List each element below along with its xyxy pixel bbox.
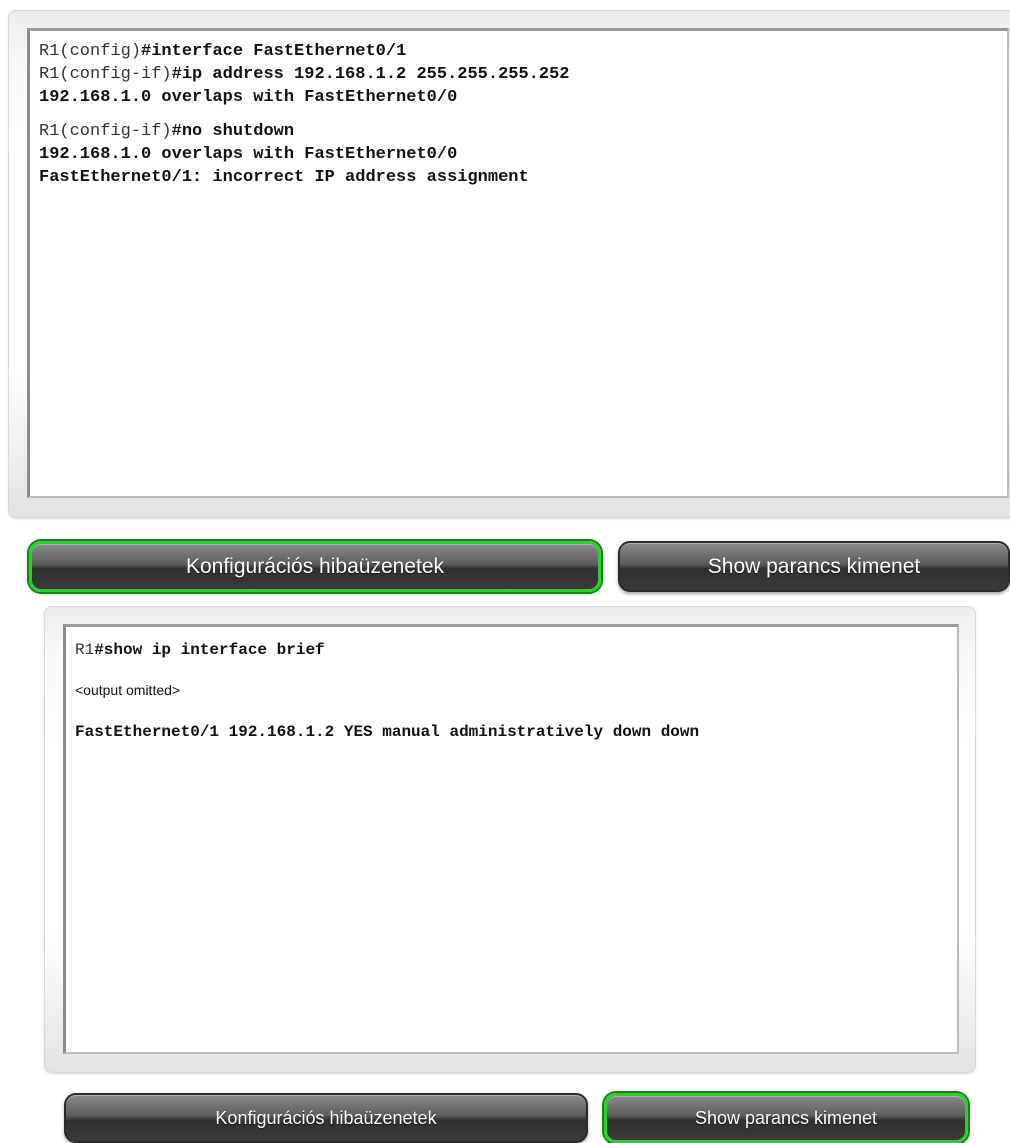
bottom-console-output: R1#show ip interface brief <output omitt… bbox=[63, 624, 959, 1054]
cli-prompt: R1 bbox=[75, 641, 95, 659]
cli-prompt: R1(config) bbox=[39, 42, 142, 61]
tab-config-error-messages[interactable]: Konfigurációs hibaüzenetek bbox=[64, 1093, 588, 1143]
tab-label: Show parancs kimenet bbox=[707, 554, 921, 578]
console-line: R1(config)#interface FastEthernet0/1 bbox=[39, 40, 1007, 63]
cli-command: #interface FastEthernet0/1 bbox=[141, 42, 407, 61]
console-line: R1#show ip interface brief bbox=[75, 639, 957, 661]
error-message: FastEthernet0/1: incorrect IP address as… bbox=[39, 168, 529, 187]
tab-config-error-messages[interactable]: Konfigurációs hibaüzenetek bbox=[29, 541, 601, 592]
tab-label: Konfigurációs hibaüzenetek bbox=[185, 554, 444, 578]
error-message: 192.168.1.0 overlaps with FastEthernet0/… bbox=[39, 145, 458, 164]
tab-label: Konfigurációs hibaüzenetek bbox=[215, 1107, 437, 1128]
console-line: R1(config-if)#no shutdown bbox=[39, 120, 1007, 143]
cli-prompt: R1(config-if) bbox=[39, 65, 172, 84]
cli-command: #ip address 192.168.1.2 255.255.255.252 bbox=[171, 65, 570, 84]
tab-show-command-output[interactable]: Show parancs kimenet bbox=[618, 541, 1010, 592]
cli-command: #show ip interface brief bbox=[94, 641, 325, 659]
error-message: 192.168.1.0 overlaps with FastEthernet0/… bbox=[39, 88, 458, 107]
output-omitted-note: <output omitted> bbox=[75, 682, 181, 698]
interface-status-line: FastEthernet0/1 192.168.1.2 YES manual a… bbox=[75, 723, 700, 741]
tab-label: Show parancs kimenet bbox=[694, 1107, 878, 1128]
console-line: R1(config-if)#ip address 192.168.1.2 255… bbox=[39, 63, 1007, 86]
top-console-output: R1(config)#interface FastEthernet0/1 R1(… bbox=[27, 28, 1009, 498]
cli-command: #no shutdown bbox=[171, 122, 295, 141]
cli-prompt: R1(config-if) bbox=[39, 122, 172, 141]
tab-show-command-output[interactable]: Show parancs kimenet bbox=[604, 1093, 968, 1143]
